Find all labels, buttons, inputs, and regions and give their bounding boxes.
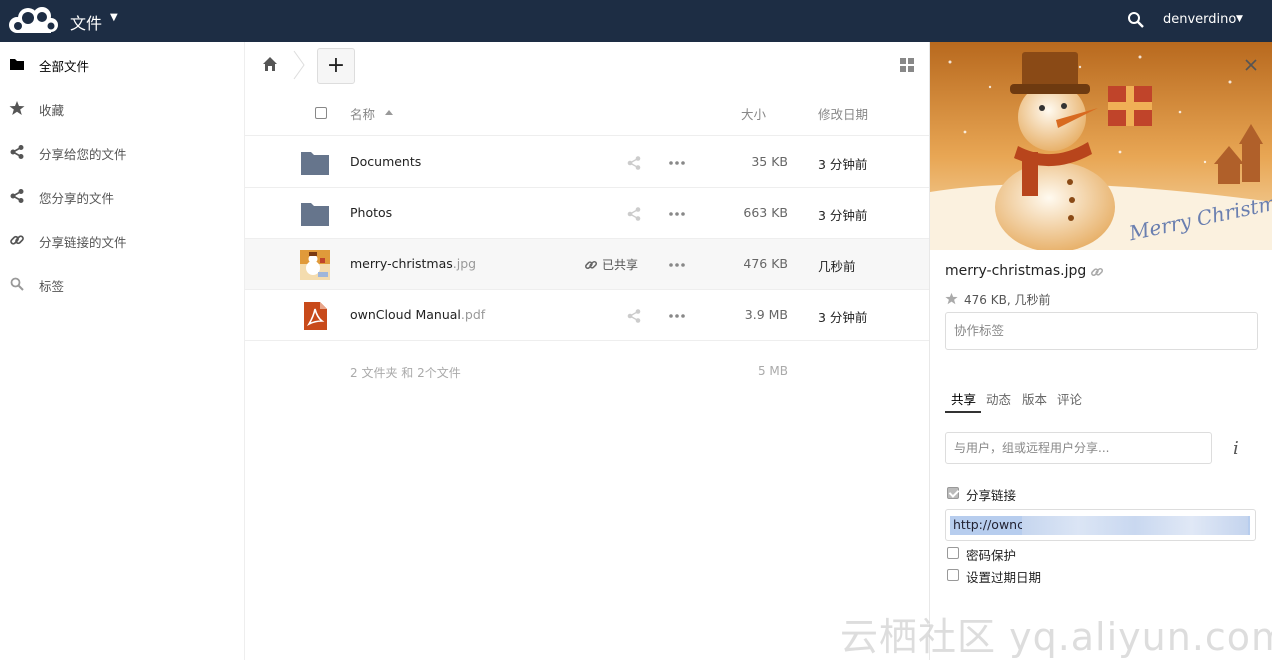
file-size: 663 KB xyxy=(743,205,788,220)
file-row[interactable]: Documents 35 KB 3 分钟前 xyxy=(245,137,929,188)
share-link-checkbox[interactable] xyxy=(947,487,959,499)
file-row[interactable]: merry-christmas.jpg 已共享 476 KB 几秒前 xyxy=(245,239,929,290)
blurred-url xyxy=(1022,516,1248,535)
file-name[interactable]: Photos xyxy=(350,205,392,220)
file-row[interactable]: Photos 663 KB 3 分钟前 xyxy=(245,188,929,239)
file-row[interactable]: ownCloud Manual.pdf 3.9 MB 3 分钟前 xyxy=(245,290,929,341)
file-summary: 2 文件夹 和 2个文件 xyxy=(350,366,461,380)
file-size: 35 KB xyxy=(751,154,788,169)
sidebar-item-all-files[interactable]: 全部文件 xyxy=(0,42,244,86)
file-modified: 3 分钟前 xyxy=(818,310,868,325)
grid-view-icon[interactable] xyxy=(900,58,914,72)
breadcrumb-separator-icon xyxy=(293,50,305,80)
folder-icon xyxy=(301,152,329,175)
expiry-date-checkbox[interactable] xyxy=(947,569,959,581)
password-protect-label[interactable]: 密码保护 xyxy=(966,545,1016,564)
pdf-file-icon xyxy=(304,302,327,330)
sidebar-item-favorites[interactable]: 收藏 xyxy=(0,86,244,130)
star-icon[interactable] xyxy=(945,292,958,305)
tab-comments[interactable]: 评论 xyxy=(1057,389,1082,408)
file-modified: 几秒前 xyxy=(818,259,856,274)
search-icon[interactable] xyxy=(1127,11,1145,29)
owncloud-logo-icon[interactable] xyxy=(6,4,60,36)
select-all-checkbox[interactable] xyxy=(315,107,327,119)
watermark: 云栖社区 yq.aliyun.com xyxy=(840,615,1272,659)
share-icon[interactable] xyxy=(626,308,642,324)
sidebar-item-label: 分享链接的文件 xyxy=(39,235,127,250)
expiry-date-label[interactable]: 设置过期日期 xyxy=(966,567,1041,586)
file-basename: ownCloud Manual xyxy=(350,307,461,322)
app-menu-title[interactable]: 文件 xyxy=(70,10,102,34)
link-icon xyxy=(10,235,24,245)
file-list-area: + 名称 大小 修改日期 Documents 35 KB 3 分钟前 Photo… xyxy=(245,42,929,660)
image-thumbnail-icon xyxy=(300,250,330,280)
column-size-header[interactable]: 大小 xyxy=(741,104,766,123)
password-protect-checkbox[interactable] xyxy=(947,547,959,559)
tab-sharing[interactable]: 共享 xyxy=(951,389,976,408)
tab-activity[interactable]: 动态 xyxy=(986,389,1011,408)
home-icon[interactable] xyxy=(262,56,278,72)
collaborative-tags-input[interactable]: 协作标签 xyxy=(945,312,1258,350)
details-sidebar: Merry Christmas merry-christmas.jpg 476 … xyxy=(929,42,1272,660)
column-name-header[interactable]: 名称 xyxy=(350,104,375,123)
file-summary-size: 5 MB xyxy=(757,364,788,378)
share-icon xyxy=(10,189,24,203)
share-with-input[interactable]: 与用户，组或远程用户分享... xyxy=(945,432,1212,464)
file-extension: .jpg xyxy=(452,256,477,271)
share-link-label[interactable]: 分享链接 xyxy=(966,485,1016,504)
navigation-sidebar: 全部文件 收藏 分享给您的文件 您分享的文件 分享链接的文件 标签 xyxy=(0,42,245,660)
shared-link-indicator[interactable]: 已共享 xyxy=(584,256,638,273)
share-icon[interactable] xyxy=(626,155,642,171)
column-modified-header[interactable]: 修改日期 xyxy=(818,104,868,123)
file-basename: Documents xyxy=(350,154,422,169)
file-extension: .pdf xyxy=(460,307,486,322)
file-name[interactable]: Documents xyxy=(350,154,421,169)
shared-label: 已共享 xyxy=(602,258,639,272)
share-icon[interactable] xyxy=(626,206,642,222)
file-list-header: 名称 大小 修改日期 xyxy=(245,90,929,136)
file-name[interactable]: ownCloud Manual.pdf xyxy=(350,307,485,322)
sort-ascending-icon[interactable] xyxy=(385,110,393,115)
sidebar-item-label: 标签 xyxy=(39,279,65,294)
tag-icon xyxy=(10,277,24,291)
share-link-url: http://ownc xyxy=(953,517,1024,532)
details-filename: merry-christmas.jpg xyxy=(945,263,1087,279)
tab-versions[interactable]: 版本 xyxy=(1022,389,1047,408)
top-header: 文件 ▼ denverdino ▼ xyxy=(0,0,1272,42)
file-basename: merry-christmas xyxy=(350,256,453,271)
close-icon[interactable] xyxy=(1244,58,1258,72)
info-icon[interactable]: i xyxy=(1233,438,1239,459)
image-preview: Merry Christmas xyxy=(930,42,1272,250)
link-icon xyxy=(585,260,598,270)
folder-icon xyxy=(10,59,24,70)
sidebar-item-shared-by-link[interactable]: 分享链接的文件 xyxy=(0,218,244,262)
link-icon[interactable] xyxy=(1090,265,1104,279)
caret-down-icon[interactable]: ▼ xyxy=(1236,14,1243,24)
sidebar-item-label: 分享给您的文件 xyxy=(39,147,127,162)
sidebar-item-label: 收藏 xyxy=(39,103,65,118)
sidebar-item-tags[interactable]: 标签 xyxy=(0,262,244,306)
sidebar-item-shared-with-you[interactable]: 分享给您的文件 xyxy=(0,130,244,174)
file-modified: 3 分钟前 xyxy=(818,208,868,223)
share-icon xyxy=(10,145,24,159)
file-size: 476 KB xyxy=(743,256,788,271)
star-icon xyxy=(9,101,25,115)
file-size: 3.9 MB xyxy=(744,307,788,322)
details-meta: 476 KB, 几秒前 xyxy=(964,293,1051,307)
new-file-button[interactable]: + xyxy=(317,48,355,84)
file-basename: Photos xyxy=(350,205,393,220)
sidebar-item-shared-by-you[interactable]: 您分享的文件 xyxy=(0,174,244,218)
file-modified: 3 分钟前 xyxy=(818,157,868,172)
share-link-url-field[interactable]: http://ownc xyxy=(945,509,1256,541)
sidebar-item-label: 您分享的文件 xyxy=(39,191,115,206)
user-menu[interactable]: denverdino xyxy=(1163,12,1236,27)
caret-down-icon[interactable]: ▼ xyxy=(110,12,118,23)
folder-icon xyxy=(301,203,329,226)
file-name[interactable]: merry-christmas.jpg xyxy=(350,256,476,271)
sidebar-item-label: 全部文件 xyxy=(39,59,90,74)
tab-active-indicator xyxy=(945,411,981,413)
